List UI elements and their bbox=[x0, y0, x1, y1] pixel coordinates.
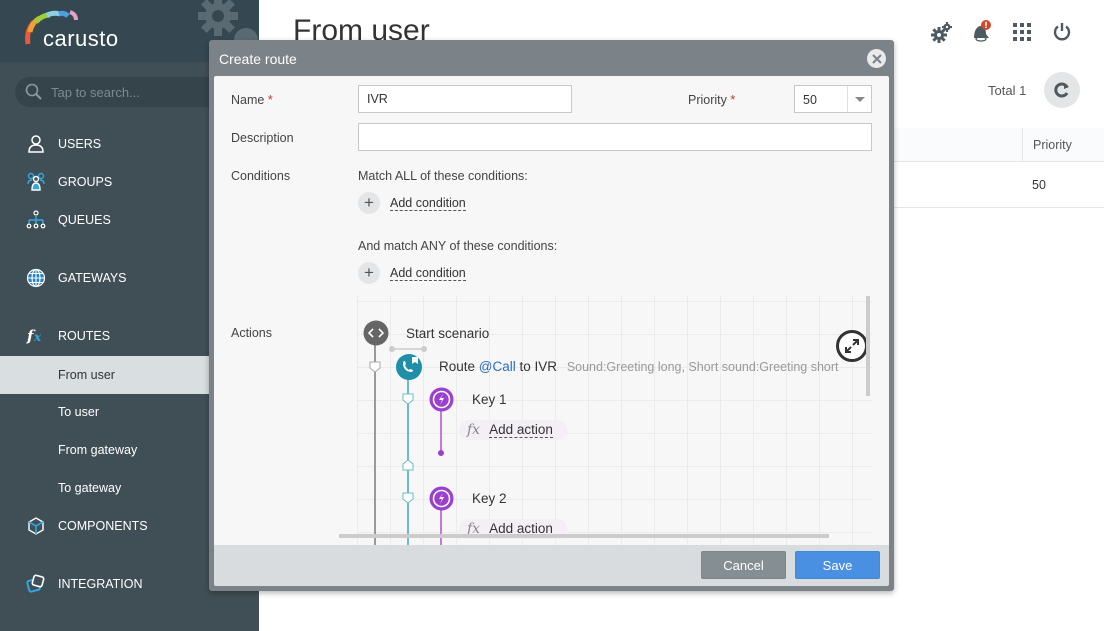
power-icon bbox=[1053, 23, 1071, 41]
groups-icon bbox=[27, 172, 45, 191]
dialog-body: Name * Priority * 50 Description Conditi… bbox=[214, 76, 889, 545]
globe-icon bbox=[26, 268, 46, 288]
fx-icon: fx bbox=[467, 422, 481, 438]
start-scenario-icon bbox=[363, 320, 389, 346]
add-condition-label: Add condition bbox=[390, 195, 466, 211]
scenario-canvas[interactable]: Start scenario Route @Call to IVR Sound:… bbox=[357, 296, 872, 545]
cell-priority: 50 bbox=[1032, 178, 1046, 192]
notifications-button[interactable] bbox=[962, 18, 1002, 46]
create-route-dialog: Create route Name * Priority * 50 Descri… bbox=[209, 40, 894, 591]
sidebar-item-label: QUEUES bbox=[58, 213, 111, 227]
match-any-text: And match ANY of these conditions: bbox=[358, 239, 558, 253]
route-node[interactable]: Route @Call to IVR Sound:Greeting long, … bbox=[439, 359, 839, 374]
match-all-text: Match ALL of these conditions: bbox=[358, 169, 528, 183]
sidebar-item-label: GATEWAYS bbox=[58, 271, 127, 285]
description-input[interactable] bbox=[358, 123, 872, 151]
integration-icon bbox=[26, 574, 45, 593]
expand-icon bbox=[845, 339, 859, 353]
ivr-call-icon bbox=[396, 354, 422, 380]
add-condition-label: Add condition bbox=[390, 265, 466, 281]
refresh-icon bbox=[1054, 82, 1069, 98]
conditions-label: Conditions bbox=[231, 169, 291, 183]
app-name: carusto bbox=[43, 26, 119, 51]
canvas-horizontal-scrollbar[interactable] bbox=[339, 534, 829, 538]
sidebar-item-label: INTEGRATION bbox=[58, 577, 143, 591]
close-icon bbox=[871, 53, 882, 64]
sidebar-subitem-label: To gateway bbox=[58, 481, 122, 495]
sidebar-subitem-label: From gateway bbox=[58, 443, 138, 457]
total-count: Total 1 bbox=[988, 83, 1027, 98]
cancel-button[interactable]: Cancel bbox=[701, 551, 786, 579]
add-condition-all-button[interactable]: + Add condition bbox=[358, 192, 466, 214]
key-event-icon bbox=[429, 387, 454, 412]
key-1-label[interactable]: Key 1 bbox=[472, 392, 507, 407]
refresh-button[interactable] bbox=[1044, 72, 1080, 108]
table-header: Priority bbox=[890, 128, 1104, 162]
plus-icon: + bbox=[358, 262, 380, 284]
sidebar-item-label: GROUPS bbox=[58, 175, 113, 189]
notifications-icon bbox=[974, 20, 991, 42]
add-action-label: Add action bbox=[489, 422, 553, 438]
collapse-handle-icon bbox=[369, 361, 381, 373]
start-scenario-label: Start scenario bbox=[406, 326, 490, 341]
table-row[interactable]: 50 bbox=[890, 162, 1104, 208]
dialog-title: Create route bbox=[219, 51, 297, 67]
key-event-icon bbox=[429, 486, 454, 511]
search-input[interactable] bbox=[51, 77, 231, 107]
user-icon bbox=[28, 135, 44, 153]
sidebar-item-label: ROUTES bbox=[58, 329, 111, 343]
close-button[interactable] bbox=[867, 49, 886, 68]
column-header-priority[interactable]: Priority bbox=[1022, 128, 1072, 162]
route-details: Sound:Greeting long, Short sound:Greetin… bbox=[566, 360, 839, 374]
priority-label: Priority * bbox=[688, 93, 736, 107]
queues-icon bbox=[26, 210, 46, 229]
fx-icon: fx bbox=[26, 327, 42, 345]
apps-button[interactable] bbox=[1002, 18, 1042, 46]
settings-icon bbox=[931, 22, 952, 43]
sidebar-subitem-label: From user bbox=[58, 368, 115, 382]
call-link[interactable]: @Call bbox=[479, 359, 516, 374]
plus-icon: + bbox=[358, 192, 380, 214]
key-2-label[interactable]: Key 2 bbox=[472, 491, 507, 506]
canvas-vertical-scrollbar[interactable] bbox=[866, 296, 870, 396]
settings-button[interactable] bbox=[922, 18, 962, 46]
sidebar-subitem-label: To user bbox=[58, 405, 99, 419]
name-label: Name * bbox=[231, 93, 273, 107]
cube-icon bbox=[28, 517, 44, 535]
chevron-down-icon bbox=[847, 86, 871, 112]
priority-select[interactable]: 50 bbox=[794, 85, 872, 113]
name-input[interactable] bbox=[358, 85, 572, 113]
dialog-footer: Cancel Save bbox=[214, 545, 889, 586]
save-button[interactable]: Save bbox=[795, 551, 880, 579]
apps-grid-icon bbox=[1013, 23, 1031, 41]
actions-label: Actions bbox=[231, 326, 272, 340]
sidebar-item-label: USERS bbox=[58, 137, 102, 151]
priority-value: 50 bbox=[803, 93, 817, 107]
expand-canvas-button[interactable] bbox=[836, 330, 868, 362]
sidebar-item-label: COMPONENTS bbox=[58, 519, 148, 533]
search-icon bbox=[25, 83, 42, 100]
power-button[interactable] bbox=[1042, 18, 1082, 46]
add-action-key-1-button[interactable]: fx Add action bbox=[459, 420, 567, 440]
add-condition-any-button[interactable]: + Add condition bbox=[358, 262, 466, 284]
svg-text:x: x bbox=[33, 330, 42, 344]
description-label: Description bbox=[231, 131, 294, 145]
top-toolbar bbox=[922, 18, 1082, 46]
